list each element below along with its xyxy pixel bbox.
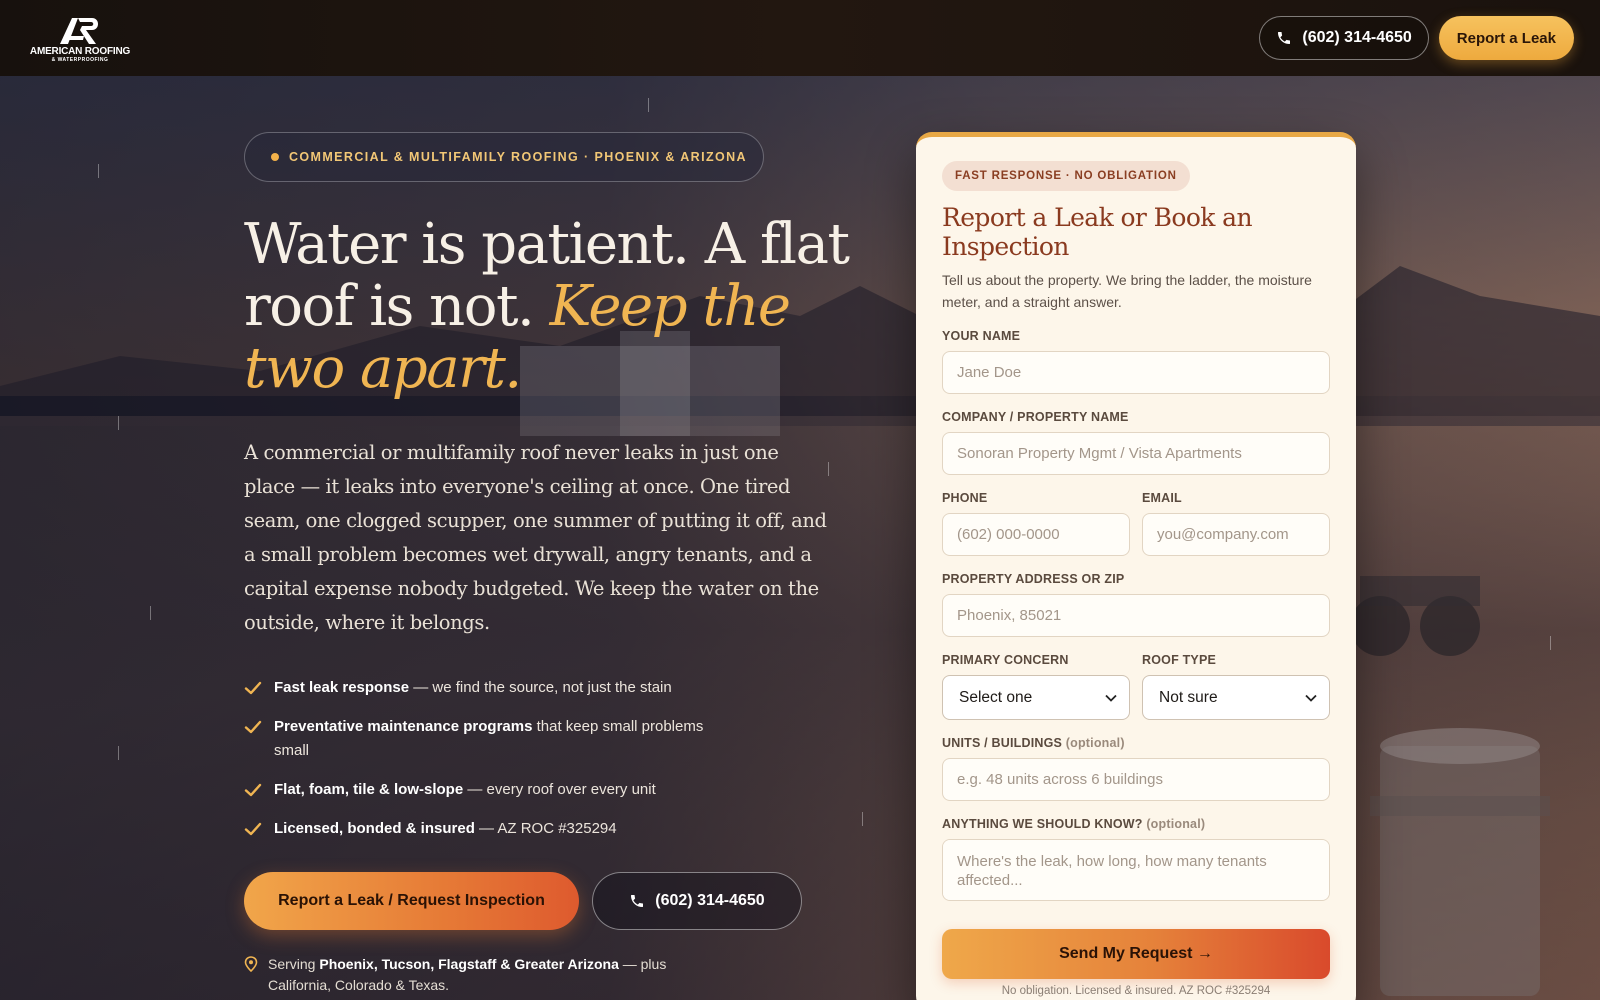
chevron-down-icon — [1305, 694, 1317, 702]
feature-item: Flat, foam, tile & low-slope — every roo… — [244, 778, 714, 802]
hero-phone-button[interactable]: (602) 314-4650 — [592, 872, 802, 930]
address-label: PROPERTY ADDRESS OR ZIP — [942, 572, 1125, 586]
phone-icon — [1278, 32, 1291, 44]
concern-label: PRIMARY CONCERN — [942, 653, 1069, 667]
primary-concern-select[interactable]: Select one — [942, 675, 1130, 720]
feature-item: Licensed, bonded & insured — AZ ROC #325… — [244, 817, 714, 841]
rooftype-label: ROOF TYPE — [1142, 653, 1217, 667]
inspection-form-card: FAST RESPONSE · NO OBLIGATION Report a L… — [916, 132, 1356, 1000]
header-phone-number: (602) 314-4650 — [1302, 29, 1412, 46]
feature-text: Preventative maintenance programs that k… — [274, 718, 704, 759]
form-badge: FAST RESPONSE · NO OBLIGATION — [942, 161, 1190, 191]
hero-lead: A commercial or multifamily roof never l… — [244, 441, 827, 634]
service-area: Serving Phoenix, Tucson, Flagstaff & Gre… — [244, 954, 684, 996]
send-request-button[interactable]: Send My Request → — [942, 929, 1330, 979]
check-icon — [244, 720, 262, 734]
address-input[interactable] — [942, 594, 1330, 637]
notes-label: ANYTHING WE SHOULD KNOW? (optional) — [942, 817, 1206, 831]
header-actions: (602) 314-4650 Report a Leak — [1259, 16, 1574, 60]
units-input[interactable] — [942, 758, 1330, 801]
name-input[interactable] — [942, 351, 1330, 394]
feature-item: Preventative maintenance programs that k… — [244, 715, 714, 763]
rain-streak — [118, 416, 119, 430]
roll-equipment — [1350, 576, 1480, 656]
roof-type-select[interactable]: Not sure — [1142, 675, 1330, 720]
header-phone-button[interactable]: (602) 314-4650 — [1259, 16, 1429, 60]
report-leak-inspection-button[interactable]: Report a Leak / Request Inspection — [244, 872, 579, 930]
eyebrow-text: COMMERCIAL & MULTIFAMILY ROOFING · PHOEN… — [289, 150, 747, 164]
phone-input[interactable] — [942, 513, 1130, 556]
logo-mark-icon — [60, 17, 98, 44]
rain-streak — [648, 98, 649, 112]
email-label: EMAIL — [1142, 491, 1182, 505]
concern-rooftype-row: PRIMARY CONCERN Select one ROOF TYPE Not… — [942, 637, 1330, 720]
phone-icon — [631, 895, 644, 907]
hvac-unit — [1370, 728, 1550, 996]
feature-list: Fast leak response — we find the source,… — [244, 676, 714, 856]
chevron-down-icon — [1105, 694, 1117, 702]
email-group: EMAIL — [1142, 475, 1330, 556]
phone-email-row: PHONE EMAIL — [942, 475, 1330, 556]
map-pin-icon — [244, 956, 258, 972]
units-label: UNITS / BUILDINGS (optional) — [942, 736, 1125, 750]
company-input[interactable] — [942, 432, 1330, 475]
notes-textarea[interactable] — [942, 839, 1330, 901]
company-label: COMPANY / PROPERTY NAME — [942, 410, 1129, 424]
rain-streak — [862, 812, 863, 826]
rain-streak — [150, 606, 151, 620]
feature-text: Flat, foam, tile & low-slope — every roo… — [274, 781, 656, 798]
form-fineprint: No obligation. Licensed & insured. AZ RO… — [1001, 985, 1271, 997]
email-input[interactable] — [1142, 513, 1330, 556]
roof-type-value: Not sure — [1159, 688, 1218, 706]
eyebrow-pill: COMMERCIAL & MULTIFAMILY ROOFING · PHOEN… — [244, 132, 764, 182]
form-subtitle: Tell us about the property. We bring the… — [942, 272, 1312, 310]
brand-logo[interactable]: AMERICAN ROOFING & WATERPROOFING — [26, 14, 134, 63]
check-icon — [244, 681, 262, 695]
hero-headline: Water is patient. A flat roof is not. Ke… — [244, 214, 864, 400]
feature-text: Fast leak response — we find the source,… — [274, 679, 672, 696]
rain-streak — [98, 164, 99, 178]
name-label: YOUR NAME — [942, 329, 1021, 343]
rain-streak — [1550, 636, 1551, 650]
eyebrow-dot-icon — [271, 153, 279, 161]
feature-item: Fast leak response — we find the source,… — [244, 676, 714, 700]
concern-group: PRIMARY CONCERN Select one — [942, 637, 1130, 720]
form-title: Report a Leak or Book an Inspection — [942, 203, 1253, 261]
check-icon — [244, 822, 262, 836]
hero-phone-number: (602) 314-4650 — [655, 892, 765, 909]
phone-label: PHONE — [942, 491, 988, 505]
service-area-text: Serving Phoenix, Tucson, Flagstaff & Gre… — [268, 956, 667, 993]
phone-group: PHONE — [942, 475, 1130, 556]
rain-streak — [118, 746, 119, 760]
brand-tagline: & WATERPROOFING — [51, 56, 109, 63]
rooftype-group: ROOF TYPE Not sure — [1142, 637, 1330, 720]
top-nav: AMERICAN ROOFING & WATERPROOFING (602) 3… — [0, 0, 1600, 76]
check-icon — [244, 783, 262, 797]
feature-text: Licensed, bonded & insured — AZ ROC #325… — [274, 820, 617, 837]
primary-concern-value: Select one — [959, 688, 1033, 706]
header-report-leak-button[interactable]: Report a Leak — [1438, 16, 1574, 60]
brand-name: AMERICAN ROOFING — [29, 45, 131, 57]
